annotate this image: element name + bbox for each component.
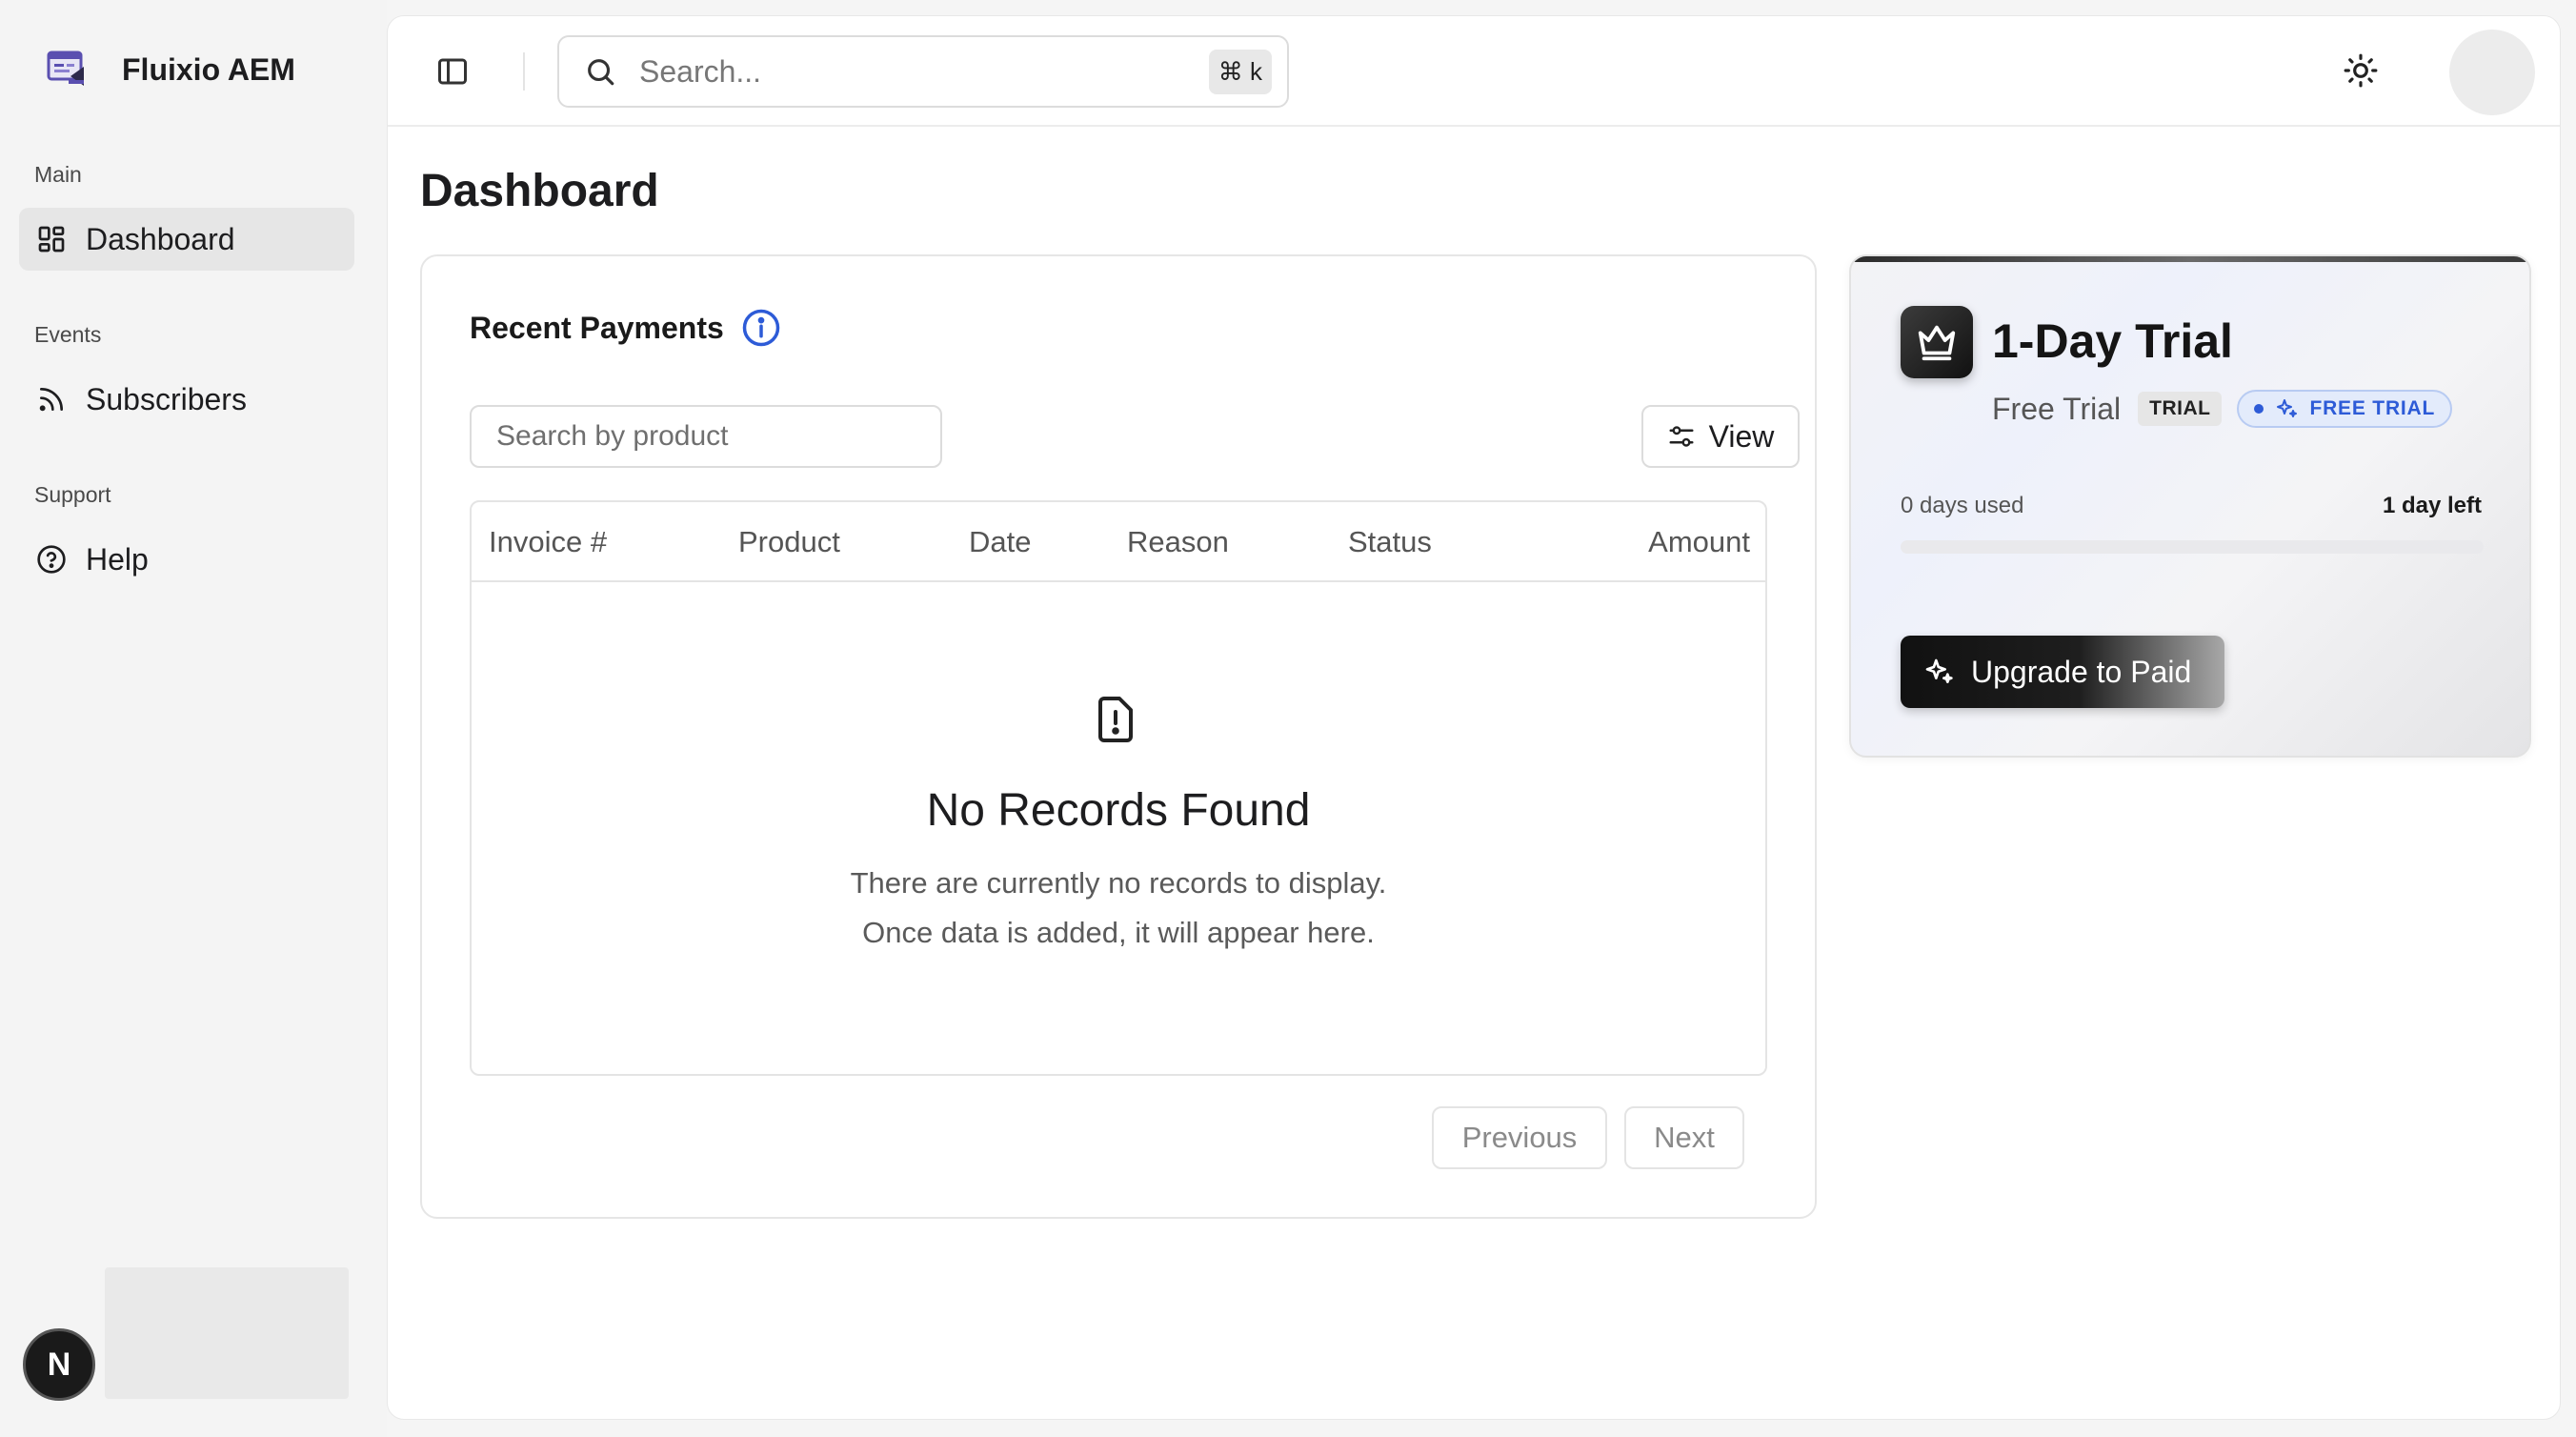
search-icon [588,59,614,86]
sidebar-item-label: Dashboard [86,221,235,256]
column-header-reason[interactable]: Reason [1127,525,1229,559]
card-title: Recent Payments [470,308,781,348]
user-badge[interactable]: N [23,1328,95,1401]
empty-state-title: No Records Found [926,785,1311,836]
search-input[interactable] [639,53,1209,90]
sidebar-toggle-icon[interactable] [435,54,470,89]
sidebar-item-dashboard[interactable]: Dashboard [19,208,354,271]
product-search-input[interactable] [470,405,942,468]
topbar: ⌘ k [388,16,2560,127]
crown-icon [1918,325,1956,361]
sidebar: Fluixio AEM Main Dashboard Events Subscr… [0,0,387,1437]
brand-name: Fluixio AEM [122,51,295,87]
column-header-invoice[interactable]: Invoice # [489,525,607,559]
avatar[interactable] [2449,30,2535,115]
divider [523,52,525,91]
sparkles-icon [1925,658,1953,683]
sliders-icon [1669,426,1694,447]
trial-subtitle: Free Trial [1992,391,2122,426]
column-header-date[interactable]: Date [969,525,1031,559]
sidebar-item-label: Subscribers [86,381,247,416]
upgrade-label: Upgrade to Paid [1971,654,2192,689]
column-header-amount[interactable]: Amount [1648,525,1750,559]
main-panel: ⌘ k Dashboard Recent Payments [387,15,2561,1420]
days-left: 1 day left [2382,493,2482,518]
days-used: 0 days used [1901,493,2024,518]
free-trial-badge-label: FREE TRIAL [2309,397,2436,419]
sparkles-icon [2277,399,2298,417]
rss-icon [39,388,63,412]
empty-state-line-2: Once data is added, it will appear here. [862,916,1375,949]
global-search[interactable]: ⌘ k [557,35,1289,108]
sidebar-footer-panel [105,1267,349,1399]
view-options-button[interactable]: View [1641,405,1800,468]
previous-page-button[interactable]: Previous [1432,1106,1607,1169]
crown-badge [1901,306,1973,378]
free-trial-badge: FREE TRIAL [2237,390,2453,428]
next-page-button[interactable]: Next [1624,1106,1744,1169]
app-root: Fluixio AEM Main Dashboard Events Subscr… [0,0,2576,1437]
file-warning-icon [1098,697,1133,742]
column-header-product[interactable]: Product [738,525,840,559]
sidebar-group-support: Support [34,482,111,507]
help-circle-icon [37,545,66,574]
payments-table: Invoice # Product Date Reason Status Amo… [470,500,1767,1076]
upgrade-button[interactable]: Upgrade to Paid [1901,636,2224,708]
trial-card: 1-Day Trial Free Trial TRIAL FREE TRIAL … [1849,254,2531,758]
status-dot [2254,404,2264,414]
sidebar-item-subscribers[interactable]: Subscribers [19,368,354,431]
trial-title: 1-Day Trial [1992,314,2233,368]
view-label: View [1708,418,1775,454]
card-title-text: Recent Payments [470,310,724,345]
brand-logo-icon [47,51,84,86]
empty-state-line-1: There are currently no records to displa… [850,866,1387,900]
sidebar-item-label: Help [86,541,149,577]
dashboard-icon [38,226,65,253]
shortcut-badge: ⌘ k [1208,49,1272,94]
trial-subtitle-row: Free Trial TRIAL FREE TRIAL [1992,390,2453,428]
sidebar-group-main: Main [34,162,82,187]
column-header-status[interactable]: Status [1348,525,1432,559]
table-header: Invoice # Product Date Reason Status Amo… [472,502,1765,582]
brand[interactable]: Fluixio AEM [46,48,295,91]
sidebar-group-events: Events [34,322,102,347]
sidebar-item-help[interactable]: Help [19,528,354,591]
trial-badge: TRIAL [2138,392,2223,426]
info-icon[interactable] [741,308,781,348]
trial-card-accent [1851,256,2529,262]
sun-icon[interactable] [2343,52,2379,89]
page-title: Dashboard [420,166,659,216]
recent-payments-card: Recent Payments View Invoice # Product D… [420,254,1817,1219]
trial-progress-bar [1901,540,2484,554]
